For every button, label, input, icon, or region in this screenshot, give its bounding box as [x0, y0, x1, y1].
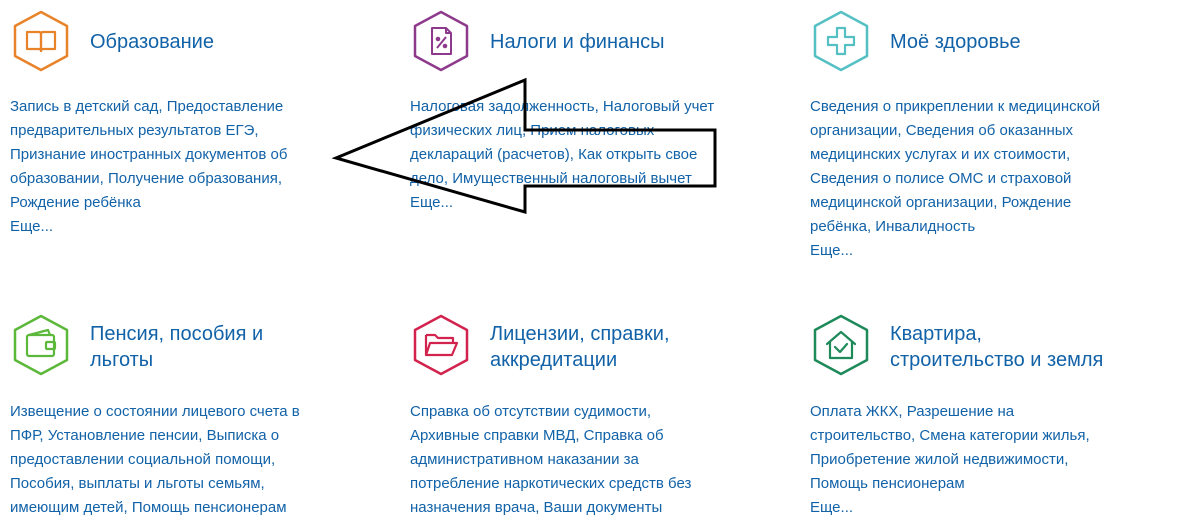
medical-cross-icon	[826, 26, 856, 56]
taxes-hexagon[interactable]	[410, 10, 472, 72]
service-line[interactable]: Запись в детский сад, Предоставление	[10, 95, 340, 119]
title-line[interactable]: аккредитации	[490, 347, 670, 373]
service-line[interactable]: физических лиц, Прием налоговых	[410, 119, 740, 143]
housing-hexagon[interactable]	[810, 314, 872, 376]
licenses-hexagon[interactable]	[410, 314, 472, 376]
service-line[interactable]: образовании, Получение образования,	[10, 167, 340, 191]
category-title-pension[interactable]: Пенсия, пособия и льготы	[90, 321, 263, 373]
more-link[interactable]: Еще...	[10, 215, 340, 239]
education-hexagon[interactable]	[10, 10, 72, 72]
category-services-pension: Извещение о состоянии лицевого счета в П…	[10, 400, 340, 520]
title-line[interactable]: строительство и земля	[890, 347, 1103, 373]
category-title-housing[interactable]: Квартира, строительство и земля	[890, 321, 1103, 373]
service-line[interactable]: предварительных результатов ЕГЭ,	[10, 119, 340, 143]
service-line[interactable]: Справка об отсутствии судимости,	[410, 400, 740, 424]
title-line[interactable]: Квартира,	[890, 321, 1103, 347]
category-title-health[interactable]: Моё здоровье	[890, 29, 1021, 55]
category-title-licenses[interactable]: Лицензии, справки, аккредитации	[490, 321, 670, 373]
category-services-housing: Оплата ЖКХ, Разрешение на строительство,…	[810, 400, 1140, 520]
service-line[interactable]: дело, Имущественный налоговый вычет	[410, 167, 740, 191]
service-line[interactable]: Налоговая задолженность, Налоговый учет	[410, 95, 740, 119]
service-line[interactable]: организации, Сведения об оказанных	[810, 119, 1140, 143]
service-line[interactable]: Архивные справки МВД, Справка об	[410, 424, 740, 448]
category-title-taxes[interactable]: Налоги и финансы	[490, 29, 665, 55]
service-line[interactable]: Сведения о прикреплении к медицинской	[810, 95, 1140, 119]
service-line[interactable]: Рождение ребёнка	[10, 191, 340, 215]
category-services-licenses: Справка об отсутствии судимости, Архивны…	[410, 400, 740, 520]
tax-document-icon	[431, 27, 452, 55]
service-line[interactable]: Приобретение жилой недвижимости,	[810, 448, 1140, 472]
service-line[interactable]: предоставлении социальной помощи,	[10, 448, 340, 472]
category-services-health: Сведения о прикреплении к медицинской ор…	[810, 95, 1140, 263]
title-line[interactable]: Пенсия, пособия и	[90, 321, 263, 347]
title-line[interactable]: Лицензии, справки,	[490, 321, 670, 347]
book-icon	[25, 30, 57, 53]
service-line[interactable]: строительство, Смена категории жилья,	[810, 424, 1140, 448]
more-link[interactable]: Еще...	[410, 191, 740, 215]
category-services-education: Запись в детский сад, Предоставление пре…	[10, 95, 340, 239]
more-link[interactable]: Еще...	[810, 239, 1140, 263]
wallet-icon	[25, 328, 57, 358]
service-line[interactable]: Оплата ЖКХ, Разрешение на	[810, 400, 1140, 424]
category-title-education[interactable]: Образование	[90, 29, 214, 55]
service-line[interactable]: назначения врача, Ваши документы	[410, 496, 740, 520]
pension-hexagon[interactable]	[10, 314, 72, 376]
service-line[interactable]: медицинской организации, Рождение	[810, 191, 1140, 215]
service-line[interactable]: ребёнка, Инвалидность	[810, 215, 1140, 239]
service-line[interactable]: Извещение о состоянии лицевого счета в	[10, 400, 340, 424]
title-line[interactable]: льготы	[90, 347, 263, 373]
category-services-taxes: Налоговая задолженность, Налоговый учет …	[410, 95, 740, 215]
service-line[interactable]: Помощь пенсионерам	[810, 472, 1140, 496]
more-link[interactable]: Еще...	[810, 496, 1140, 520]
service-line[interactable]: имеющим детей, Помощь пенсионерам	[10, 496, 340, 520]
service-line[interactable]: ПФР, Установление пенсии, Выписка о	[10, 424, 340, 448]
service-line[interactable]: Пособия, выплаты и льготы семьям,	[10, 472, 340, 496]
folder-icon	[424, 333, 459, 357]
service-line[interactable]: административном наказании за	[410, 448, 740, 472]
service-line[interactable]: деклараций (расчетов), Как открыть свое	[410, 143, 740, 167]
house-check-icon	[825, 330, 857, 360]
service-line[interactable]: медицинских услугах и их стоимости,	[810, 143, 1140, 167]
service-line[interactable]: Сведения о полисе ОМС и страховой	[810, 167, 1140, 191]
service-line[interactable]: потребление наркотических средств без	[410, 472, 740, 496]
service-line[interactable]: Признание иностранных документов об	[10, 143, 340, 167]
health-hexagon[interactable]	[810, 10, 872, 72]
